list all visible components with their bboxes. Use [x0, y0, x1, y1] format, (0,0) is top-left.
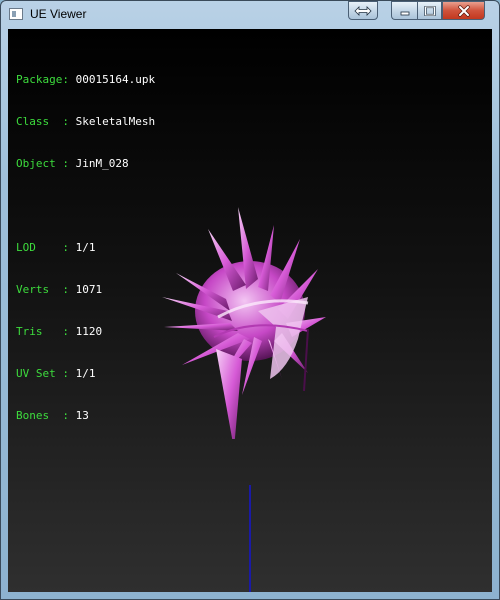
info-row-object: Object : JinM_028 — [16, 157, 155, 171]
info-label: Class : — [16, 115, 69, 128]
window-title: UE Viewer — [30, 7, 87, 21]
info-label: LOD : — [16, 241, 69, 254]
info-value: JinM_028 — [75, 157, 129, 170]
maximize-icon — [423, 5, 436, 16]
info-row-class: Class : SkeletalMesh — [16, 115, 155, 129]
info-row-package: Package: 00015164.upk — [16, 73, 155, 87]
maximize-button[interactable] — [417, 1, 442, 20]
mesh-info-panel: Package: 00015164.upk Class : SkeletalMe… — [16, 45, 155, 451]
info-value: SkeletalMesh — [75, 115, 156, 128]
app-window: UE Viewer Package: 00015164.upk Class: … — [0, 0, 500, 600]
swap-button[interactable] — [348, 1, 378, 20]
info-label: Bones : — [16, 409, 69, 422]
info-value: 00015164.upk — [75, 73, 156, 86]
close-icon — [457, 4, 470, 17]
info-row-bones: Bones : 13 — [16, 409, 155, 423]
swap-icon — [354, 5, 372, 16]
z-axis-line — [249, 485, 251, 592]
info-value: 1120 — [75, 325, 103, 338]
render-viewport[interactable]: Package: 00015164.upk Class : SkeletalMe… — [8, 29, 492, 592]
info-row-lod: LOD : 1/1 — [16, 241, 155, 255]
hair-mesh-model — [162, 207, 326, 439]
title-bar[interactable]: UE Viewer — [1, 1, 499, 29]
info-label: Object : — [16, 157, 69, 170]
info-value: 1/1 — [75, 241, 96, 254]
info-value: 13 — [75, 409, 89, 422]
info-row-uvset: UV Set : 1/1 — [16, 367, 155, 381]
info-label: Package: — [16, 73, 69, 86]
info-label: Tris : — [16, 325, 69, 338]
info-label: Verts : — [16, 283, 69, 296]
info-row-tris: Tris : 1120 — [16, 325, 155, 339]
minimize-icon — [400, 11, 409, 15]
info-value: 1/1 — [75, 367, 96, 380]
minimize-button[interactable] — [391, 1, 417, 20]
close-button[interactable] — [442, 1, 485, 20]
info-label: UV Set : — [16, 367, 69, 380]
info-value: 1071 — [75, 283, 103, 296]
app-icon — [9, 8, 23, 20]
info-row-verts: Verts : 1071 — [16, 283, 155, 297]
